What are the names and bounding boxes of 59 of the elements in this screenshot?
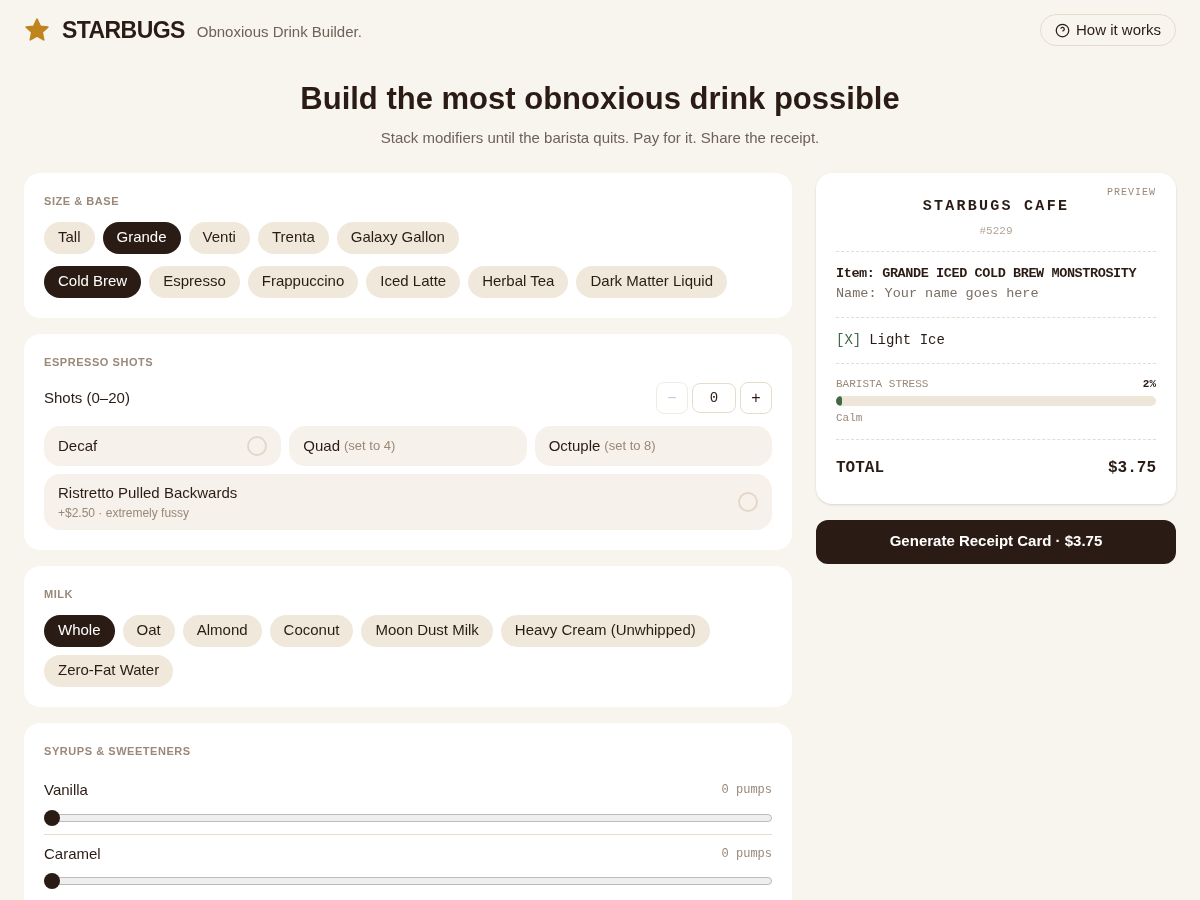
- page-title: Build the most obnoxious drink possible: [299, 80, 901, 118]
- stress-reading: 2%: [1142, 376, 1156, 392]
- option-chip[interactable]: Grande: [102, 221, 181, 254]
- brand-name: STARBUGS: [62, 15, 185, 45]
- page-subtitle: Stack modifiers until the barista quits. Pay for it. Share the receipt.: [379, 127, 821, 148]
- option-chip[interactable]: Frappuccino: [247, 265, 359, 298]
- option-detail: +$2.50 · extremely fussy: [58, 505, 191, 523]
- pump-count: 0 pumps: [721, 845, 772, 863]
- preset-button[interactable]: Quad (set to 4): [289, 426, 527, 466]
- store-name: STARBUGS CAFE: [921, 197, 1071, 217]
- syrup-slider[interactable]: [44, 873, 772, 889]
- modifier-mark: [X]: [836, 330, 862, 350]
- option-chip[interactable]: Moon Dust Milk: [361, 614, 493, 647]
- item-line: Item: GRANDE ICED COLD BREW MONSTROSITY: [836, 265, 1138, 283]
- option-chip[interactable]: Cold Brew: [44, 265, 142, 298]
- option-chip[interactable]: Tall: [44, 221, 95, 254]
- option-chip[interactable]: Iced Latte: [366, 265, 461, 298]
- shots-label: Shots (0–20): [44, 387, 130, 408]
- total-label: TOTAL: [836, 457, 884, 479]
- shots-field[interactable]: 0: [692, 383, 736, 413]
- option-label: Ristretto Pulled Backwards: [58, 482, 238, 503]
- total-amount: $3.75: [1108, 457, 1156, 479]
- help-icon: [1055, 22, 1070, 38]
- star-icon: [24, 17, 50, 43]
- option-chip[interactable]: Oat: [122, 614, 175, 647]
- section-heading: SIZE & BASE: [44, 194, 121, 209]
- stress-mood: Calm: [836, 411, 864, 426]
- brand-tagline: Obnoxious Drink Builder.: [196, 21, 362, 42]
- slider-thumb[interactable]: [44, 873, 60, 889]
- syrup-slider[interactable]: [44, 809, 772, 826]
- preview-label: PREVIEW: [1107, 186, 1156, 200]
- option-chip[interactable]: Whole: [44, 614, 115, 647]
- option-chip[interactable]: Heavy Cream (Unwhipped): [500, 614, 710, 647]
- pump-count: 0 pumps: [721, 782, 772, 800]
- option-chip[interactable]: Coconut: [269, 614, 354, 647]
- option-chip[interactable]: Zero-Fat Water: [44, 654, 174, 687]
- option-chip[interactable]: Venti: [188, 221, 250, 254]
- syrup-name: Vanilla: [44, 780, 88, 800]
- preset-button[interactable]: Octuple (set to 8): [534, 426, 772, 466]
- option-chip[interactable]: Espresso: [149, 265, 240, 298]
- option-chip[interactable]: Herbal Tea: [468, 265, 569, 298]
- stress-label: BARISTA STRESS: [836, 376, 929, 392]
- section-heading: MILK: [44, 587, 75, 602]
- modifier-label: Light Ice: [869, 330, 945, 350]
- generate-button[interactable]: Generate Receipt Card · $3.75: [816, 519, 1176, 564]
- section-heading: SYRUPS & SWEETENERS: [44, 743, 192, 759]
- option-chip[interactable]: Almond: [182, 614, 262, 647]
- option-toggle[interactable]: Ristretto Pulled Backwards +$2.50 · extremely fussy: [44, 474, 772, 530]
- option-label: Decaf: [58, 435, 98, 456]
- decaf-toggle[interactable]: Decaf: [44, 426, 282, 466]
- section-heading: ESPRESSO SHOTS: [44, 354, 155, 370]
- option-chip[interactable]: Dark Matter Liquid: [576, 265, 727, 298]
- name-line: Name: Your name goes here: [836, 285, 1040, 304]
- option-chip[interactable]: Galaxy Gallon: [336, 221, 459, 254]
- syrup-name: Caramel: [44, 843, 101, 864]
- slider-thumb[interactable]: [44, 809, 60, 826]
- option-chip[interactable]: Trenta: [257, 221, 329, 254]
- increment-button[interactable]: +: [740, 382, 772, 414]
- order-number: #5229: [978, 223, 1014, 239]
